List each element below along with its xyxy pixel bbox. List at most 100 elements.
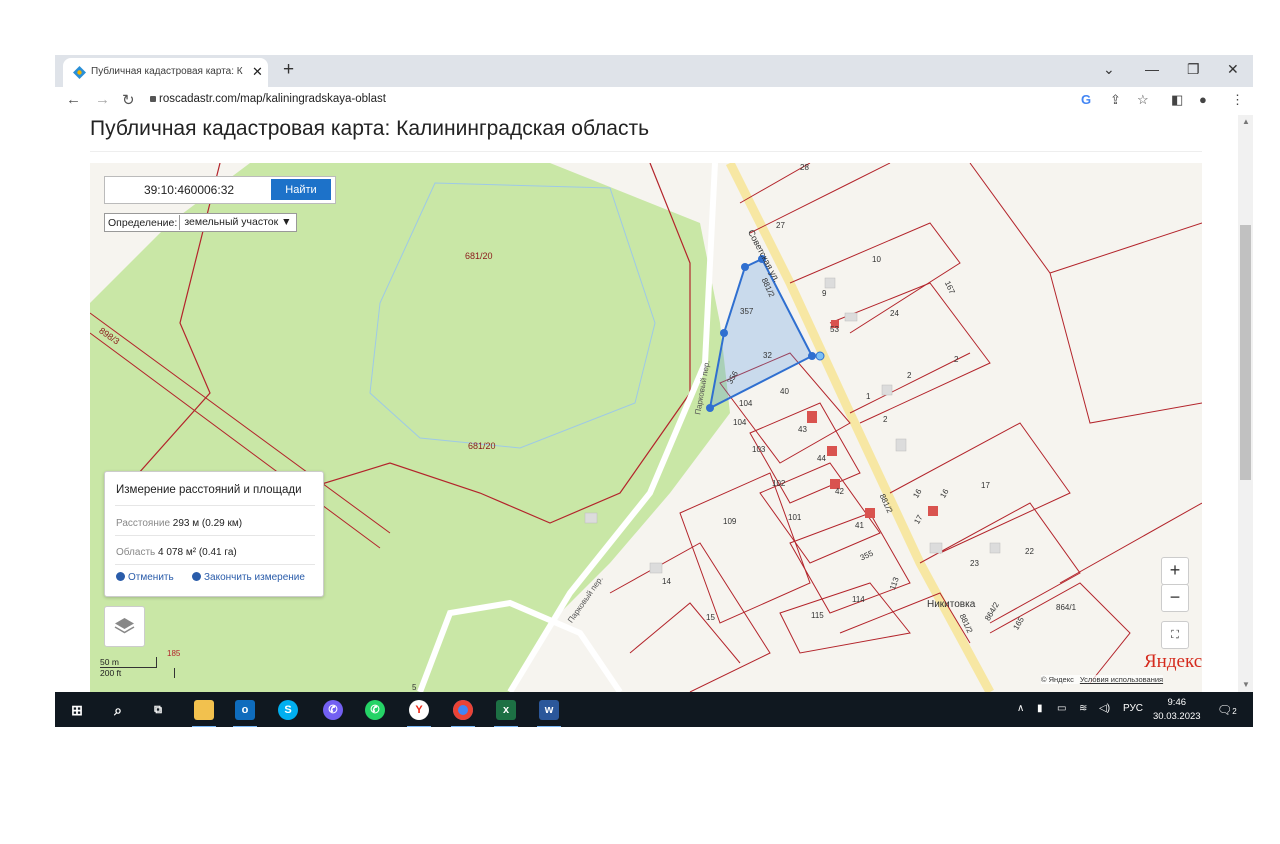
google-translate-icon[interactable]: G bbox=[1081, 92, 1091, 107]
minimize-icon[interactable]: — bbox=[1145, 61, 1159, 77]
new-tab-button[interactable]: + bbox=[283, 59, 294, 81]
tab-cadastral-map[interactable]: Публичная кадастровая карта: К ✕ bbox=[63, 58, 268, 87]
microphone-icon[interactable]: ▮ bbox=[1037, 703, 1043, 714]
profile-avatar-icon[interactable]: ● bbox=[1199, 92, 1207, 107]
fullscreen-icon[interactable]: ⛶ bbox=[1161, 621, 1189, 649]
zoom-in-button[interactable]: + bbox=[1161, 557, 1189, 585]
measurement-panel: Измерение расстояний и площади Расстояни… bbox=[104, 471, 324, 597]
terms-link[interactable]: Условия использования bbox=[1080, 675, 1163, 684]
file-explorer-icon[interactable] bbox=[192, 700, 216, 727]
label-parcel-14: 14 bbox=[662, 577, 671, 586]
definition-select[interactable]: земельный участок ▼ bbox=[179, 215, 295, 230]
label-parcel-41: 41 bbox=[855, 521, 864, 530]
windows-start-icon[interactable]: ⊞ bbox=[67, 700, 87, 720]
language-indicator[interactable]: РУС bbox=[1123, 703, 1143, 714]
scrollbar-thumb[interactable] bbox=[1240, 225, 1251, 480]
label-parcel-15: 15 bbox=[706, 613, 715, 622]
back-icon[interactable]: ← bbox=[66, 91, 81, 108]
finish-label: Закончить измерение bbox=[204, 572, 305, 583]
label-parcel-114: 114 bbox=[852, 595, 865, 604]
measure-divider bbox=[115, 505, 315, 506]
measure-divider bbox=[115, 564, 315, 565]
finish-measure-button[interactable]: Закончить измерение bbox=[192, 572, 305, 583]
bookmark-star-icon[interactable]: ☆ bbox=[1137, 92, 1149, 108]
chrome-icon[interactable] bbox=[451, 700, 475, 727]
clock-date: 30.03.2023 bbox=[1153, 711, 1201, 722]
tray-chevron-icon[interactable]: ∧ bbox=[1017, 703, 1024, 714]
cancel-icon bbox=[116, 572, 125, 581]
label-parcel-43: 43 bbox=[798, 425, 807, 434]
area-row: Область 4 078 м² (0.41 га) bbox=[116, 547, 237, 558]
side-panel-icon[interactable]: ◧ bbox=[1171, 92, 1183, 108]
url-field[interactable]: roscadastr.com/map/kaliningradskaya-obla… bbox=[159, 93, 386, 105]
layers-icon bbox=[114, 618, 135, 634]
distance-label: Расстояние bbox=[116, 518, 171, 529]
battery-icon[interactable]: ▭ bbox=[1057, 703, 1066, 714]
label-681-20-bottom: 681/20 bbox=[468, 441, 496, 451]
scroll-up-icon[interactable]: ▲ bbox=[1242, 117, 1250, 126]
menu-kebab-icon[interactable]: ⋮ bbox=[1231, 92, 1244, 108]
label-parcel-9: 9 bbox=[822, 289, 827, 298]
layers-button[interactable] bbox=[104, 606, 145, 647]
yandex-browser-icon[interactable]: Y bbox=[407, 700, 431, 727]
label-parcel-28: 28 bbox=[800, 163, 809, 172]
label-parcel-32: 32 bbox=[763, 351, 772, 360]
label-parcel-23: 23 bbox=[970, 559, 979, 568]
forest-area bbox=[90, 163, 730, 692]
cadastral-number-input[interactable] bbox=[109, 180, 269, 200]
search-icon[interactable]: ⌕ bbox=[108, 700, 128, 720]
tab-search-icon[interactable]: ⌄ bbox=[1103, 61, 1115, 78]
restore-icon[interactable]: ❐ bbox=[1187, 61, 1200, 78]
label-parcel-357: 357 bbox=[740, 307, 754, 316]
map-attribution: © Яндекс Условия использования bbox=[1041, 675, 1164, 684]
label-parcel-2c: 2 bbox=[883, 415, 888, 424]
zoom-out-button[interactable]: − bbox=[1161, 584, 1189, 612]
close-window-icon[interactable]: ✕ bbox=[1227, 61, 1239, 78]
skype-icon[interactable]: S bbox=[278, 700, 298, 720]
find-button[interactable]: Найти bbox=[271, 179, 331, 200]
label-parcel-5: 5 bbox=[412, 683, 417, 692]
label-681-20-top: 681/20 bbox=[465, 251, 493, 261]
map-canvas[interactable] bbox=[90, 163, 1202, 692]
page-title: Публичная кадастровая карта: Калининград… bbox=[90, 117, 650, 140]
distance-row: Расстояние 293 м (0.29 км) bbox=[116, 518, 242, 529]
taskbar-clock[interactable]: 9:46 30.03.2023 bbox=[1153, 696, 1201, 724]
area-value: 4 078 м² (0.41 га) bbox=[158, 547, 237, 558]
label-parcel-109: 109 bbox=[723, 517, 737, 526]
wifi-icon[interactable]: ≋ bbox=[1079, 703, 1087, 714]
cadastral-search: Найти bbox=[104, 176, 336, 204]
scale-feet: 200 ft bbox=[100, 668, 175, 678]
label-parcel-1: 1 bbox=[866, 392, 871, 401]
word-icon[interactable]: w bbox=[537, 700, 561, 727]
label-parcel-53: 53 bbox=[830, 325, 839, 334]
tab-close-icon[interactable]: ✕ bbox=[252, 64, 263, 80]
scroll-down-icon[interactable]: ▼ bbox=[1242, 680, 1250, 689]
yandex-logo[interactable]: Яндекс bbox=[1144, 651, 1202, 673]
whatsapp-icon[interactable]: ✆ bbox=[365, 700, 385, 720]
page-scrollbar[interactable]: ▲ ▼ bbox=[1238, 115, 1253, 692]
task-view-icon[interactable]: ⧉ bbox=[148, 700, 168, 720]
label-parcel-17a: 17 bbox=[981, 481, 990, 490]
viber-icon[interactable]: ✆ bbox=[323, 700, 343, 720]
share-icon[interactable]: ⇪ bbox=[1110, 92, 1121, 108]
definition-select-value: земельный участок bbox=[184, 216, 279, 228]
cancel-label: Отменить bbox=[128, 572, 174, 583]
cancel-measure-button[interactable]: Отменить bbox=[116, 572, 174, 583]
label-parcel-24: 24 bbox=[890, 309, 899, 318]
cadastral-map[interactable]: 681/20 681/20 898/3 Советская ул. Парков… bbox=[90, 163, 1202, 692]
browser-window: Публичная кадастровая карта: К ✕ + ⌄ — ❐… bbox=[55, 55, 1253, 727]
title-divider bbox=[90, 151, 1202, 152]
notifications-icon[interactable]: 🗨2 bbox=[1217, 703, 1237, 717]
label-parcel-22: 22 bbox=[1025, 547, 1034, 556]
site-favicon-icon bbox=[73, 66, 86, 79]
label-parcel-10: 10 bbox=[872, 255, 881, 264]
volume-icon[interactable]: ◁) bbox=[1099, 703, 1110, 714]
definition-select-row: Определение: земельный участок ▼ bbox=[104, 213, 297, 232]
reload-icon[interactable]: ↻ bbox=[122, 91, 135, 109]
forward-icon[interactable]: → bbox=[95, 91, 110, 108]
measure-divider bbox=[115, 535, 315, 536]
excel-icon[interactable]: x bbox=[494, 700, 518, 727]
scale-meters: 50 m bbox=[100, 657, 157, 668]
page-content: Публичная кадастровая карта: Калининград… bbox=[55, 115, 1253, 692]
outlook-icon[interactable]: o bbox=[233, 700, 257, 727]
